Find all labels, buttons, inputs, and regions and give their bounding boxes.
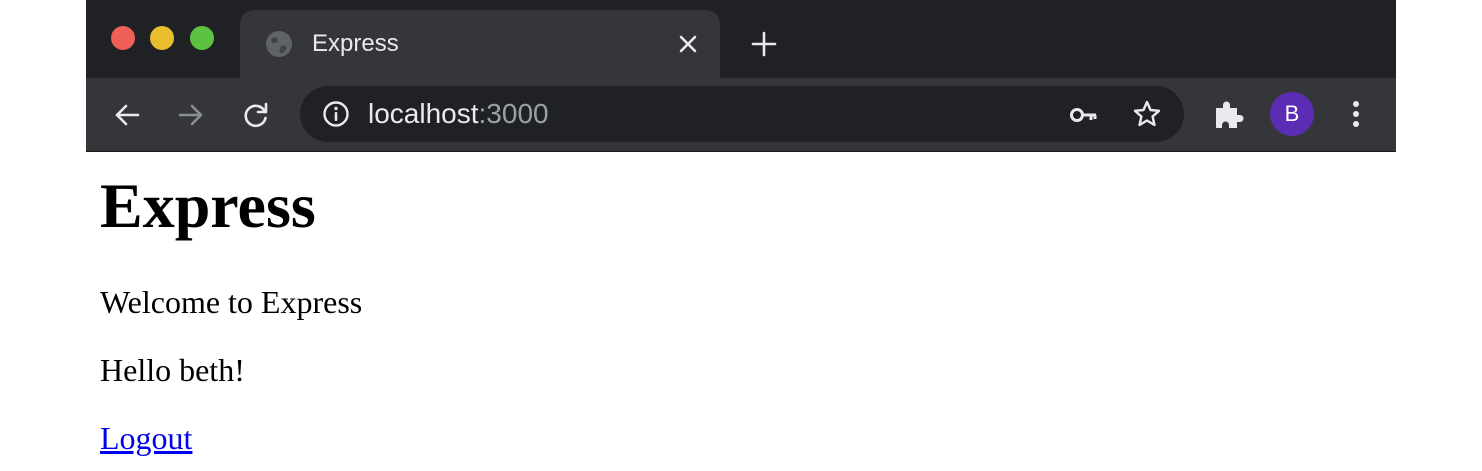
greeting-text: Hello beth! <box>100 352 245 388</box>
tab-express[interactable]: Express <box>240 10 720 78</box>
info-icon[interactable] <box>322 100 350 128</box>
close-window-button[interactable] <box>111 26 135 50</box>
page-heading: Express <box>100 170 316 241</box>
tab-title: Express <box>312 30 399 57</box>
more-vert-icon[interactable] <box>1344 98 1368 130</box>
url-port: :3000 <box>478 98 549 129</box>
star-icon[interactable] <box>1132 99 1162 129</box>
key-icon[interactable] <box>1068 100 1098 130</box>
url-text[interactable]: localhost:3000 <box>368 97 549 131</box>
browser-window: Express localhost:3000 B Express Welcome… <box>86 0 1396 471</box>
minimize-window-button[interactable] <box>150 26 174 50</box>
browser-toolbar: localhost:3000 B <box>86 78 1396 152</box>
logout-link[interactable]: Logout <box>100 418 192 458</box>
address-bar[interactable]: localhost:3000 <box>300 86 1184 142</box>
arrow-right-icon[interactable] <box>176 100 206 130</box>
tab-strip: Express <box>86 0 1396 78</box>
welcome-text: Welcome to Express <box>100 284 363 320</box>
puzzle-icon[interactable] <box>1212 98 1244 130</box>
url-host: localhost <box>368 98 479 129</box>
plus-icon[interactable] <box>750 30 778 58</box>
reload-icon[interactable] <box>241 100 271 130</box>
globe-icon <box>266 31 292 57</box>
arrow-left-icon[interactable] <box>112 100 142 130</box>
zoom-window-button[interactable] <box>190 26 214 50</box>
close-icon[interactable] <box>676 32 700 56</box>
profile-avatar[interactable]: B <box>1270 92 1314 136</box>
